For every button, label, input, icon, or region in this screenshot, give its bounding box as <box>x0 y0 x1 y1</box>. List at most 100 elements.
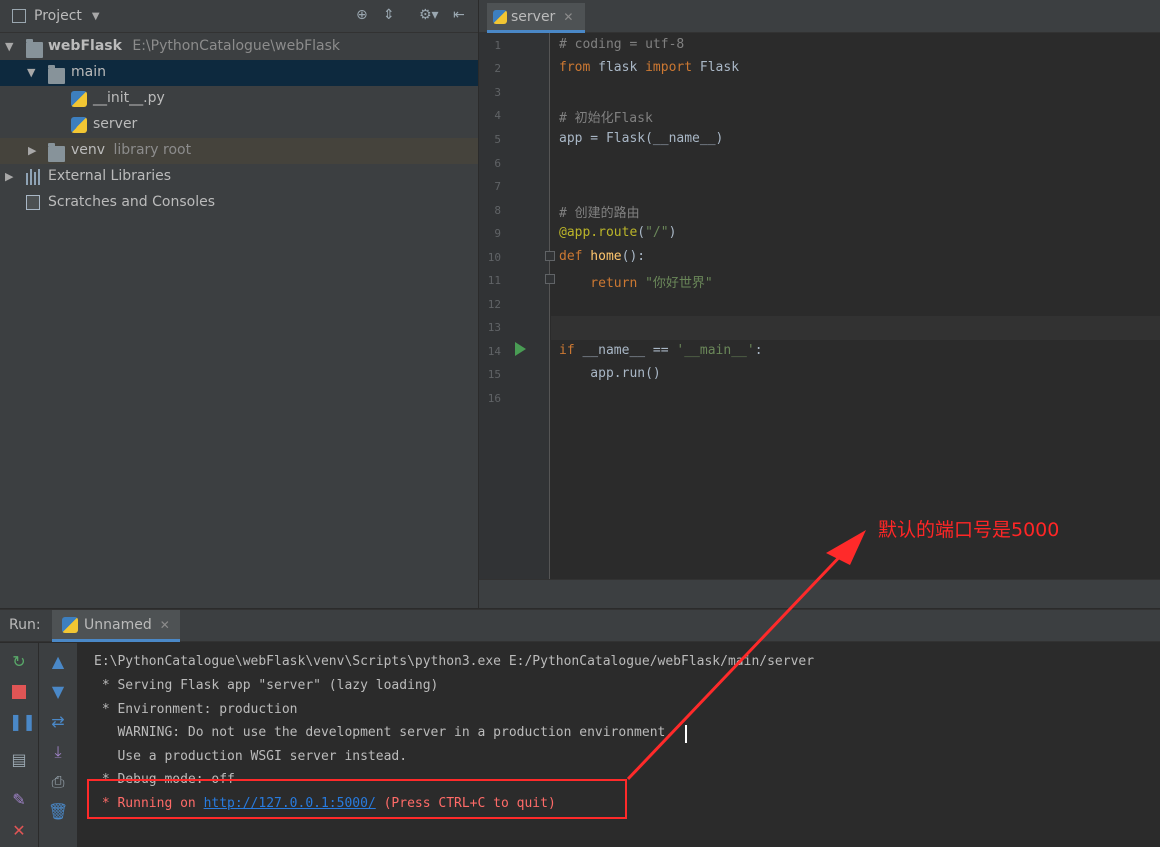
project-title[interactable]: Project <box>34 8 82 24</box>
tree-label-server: server <box>93 116 138 132</box>
tree-label-init: __init__.py <box>93 90 165 106</box>
annotation-label: 默认的端口号是5000 <box>878 519 1060 541</box>
scroll-up-icon[interactable]: ▲ <box>48 652 68 672</box>
tree-item-server[interactable]: server <box>0 112 478 138</box>
code-line-5: app = Flask(__name__) <box>559 131 724 146</box>
scroll-down-icon[interactable]: ▼ <box>48 682 68 702</box>
line-number-gutter: 1 2 3 4 5 6 7 8 9 10 11 12 13 14 15 16 <box>479 33 555 579</box>
gear-icon[interactable]: ⚙▾ <box>419 7 439 23</box>
trash-icon[interactable]: 🗑 <box>48 802 68 822</box>
code-line-15: app.run() <box>559 366 661 381</box>
run-gutter-icon[interactable] <box>515 342 526 356</box>
library-icon <box>26 169 42 185</box>
tree-item-external-libraries[interactable]: ▶ External Libraries <box>0 164 478 190</box>
run-tab-unnamed[interactable]: Unnamed ✕ <box>52 610 180 642</box>
console-line-wsgi: Use a production WSGI server instead. <box>94 749 408 764</box>
expand-arrow-icon[interactable]: ▼ <box>5 40 13 53</box>
line-number: 16 <box>487 392 501 405</box>
line-number: 1 <box>494 39 501 52</box>
run-label: Run: <box>9 617 41 633</box>
console-line-warning: WARNING: Do not use the development serv… <box>94 725 674 740</box>
python-file-icon <box>493 9 507 24</box>
tree-label-venv: venv <box>71 142 106 158</box>
project-view-icon[interactable] <box>12 9 26 23</box>
line-number: 4 <box>494 109 501 122</box>
tree-item-main[interactable]: ▼ main <box>0 60 478 86</box>
hide-panel-icon[interactable]: ⇤ <box>453 7 465 23</box>
library-root-hint: library root <box>113 142 192 158</box>
layout-icon[interactable]: ▤ <box>9 750 29 770</box>
code-line-4: # 初始化Flask <box>559 111 653 126</box>
python-icon <box>62 616 78 633</box>
package-folder-icon <box>48 65 65 84</box>
collapse-all-icon[interactable]: ⇕ <box>383 7 395 23</box>
print-icon[interactable]: ⎙ <box>48 772 68 792</box>
tree-item-webflask[interactable]: ▼ webFlask E:\PythonCatalogue\webFlask <box>0 34 478 60</box>
line-number: 3 <box>494 86 501 99</box>
line-number: 2 <box>494 62 501 75</box>
rerun-icon[interactable]: ↻ <box>9 652 29 672</box>
close-icon[interactable]: ✕ <box>9 821 29 841</box>
root-path: E:\PythonCatalogue\webFlask <box>132 38 341 54</box>
folder-icon <box>26 39 43 58</box>
fold-marker-icon[interactable] <box>545 274 555 284</box>
tree-item-init-py[interactable]: __init__.py <box>0 86 478 112</box>
tab-server[interactable]: server ✕ <box>487 3 585 33</box>
locate-icon[interactable]: ⊕ <box>356 7 368 23</box>
folder-icon <box>48 143 65 162</box>
root-name: webFlask <box>48 38 122 54</box>
scratches-icon <box>26 195 40 210</box>
console-line-environment: * Environment: production <box>94 702 298 717</box>
line-number: 10 <box>487 251 501 264</box>
run-header: Run: Unnamed ✕ <box>0 610 1160 642</box>
tree-label-main: main <box>71 64 106 80</box>
soft-wrap-icon[interactable]: ⇄ <box>48 712 68 732</box>
line-number: 13 <box>487 321 501 334</box>
line-number: 14 <box>487 345 501 358</box>
code-line-9: @app.route("/") <box>559 225 677 240</box>
collapse-arrow-icon[interactable]: ▶ <box>28 144 36 157</box>
stop-icon[interactable] <box>9 682 29 702</box>
tree-label-scratches: Scratches and Consoles <box>48 194 215 210</box>
run-toolbar-secondary: ▲ ▼ ⇄ ⤓ ⎙ 🗑 <box>39 643 77 847</box>
tree-item-scratches[interactable]: Scratches and Consoles <box>0 190 478 216</box>
annotation-highlight-box <box>87 779 627 819</box>
code-line-14: if __name__ == '__main__': <box>559 343 763 358</box>
fold-marker-icon[interactable] <box>545 251 555 261</box>
line-number: 11 <box>487 274 501 287</box>
pause-icon[interactable]: ❚❚ <box>9 712 36 732</box>
line-number: 9 <box>494 227 501 240</box>
scroll-to-end-icon[interactable]: ⤓ <box>48 742 68 762</box>
text-caret <box>685 725 687 743</box>
collapse-arrow-icon[interactable]: ▶ <box>5 170 13 183</box>
line-number: 7 <box>494 180 501 193</box>
console-line-serving: * Serving Flask app "server" (lazy loadi… <box>94 678 439 693</box>
tree-item-venv[interactable]: ▶ venv library root <box>0 138 478 164</box>
line-number: 15 <box>487 368 501 381</box>
close-icon[interactable]: ✕ <box>563 10 573 24</box>
editor-breadcrumb-bar <box>479 579 1160 608</box>
python-file-icon <box>71 91 87 107</box>
chevron-down-icon[interactable]: ▼ <box>92 11 100 22</box>
code-line-10: def home(): <box>559 249 646 264</box>
run-toolbar-primary: ↻ ❚❚ ▤ ✎ ✕ <box>0 643 38 847</box>
line-number: 6 <box>494 157 501 170</box>
close-icon[interactable]: ✕ <box>160 618 170 632</box>
line-number: 12 <box>487 298 501 311</box>
current-line-highlight <box>551 316 1160 340</box>
project-panel: Project ▼ ⊕ ⇕ ⚙▾ ⇤ ▼ webFlask E:\PythonC… <box>0 0 478 608</box>
code-line-11: return "你好世界" <box>559 276 713 291</box>
line-number: 5 <box>494 133 501 146</box>
project-header: Project ▼ ⊕ ⇕ ⚙▾ ⇤ <box>0 0 478 33</box>
code-line-1: # coding = utf-8 <box>559 37 685 52</box>
pin-icon[interactable]: ✎ <box>9 790 29 810</box>
editor-tab-bar: server ✕ <box>479 0 1160 33</box>
code-line-8: # 创建的路由 <box>559 206 640 221</box>
line-number: 8 <box>494 204 501 217</box>
run-tab-label: Unnamed <box>84 616 152 633</box>
console-line-command: E:\PythonCatalogue\webFlask\venv\Scripts… <box>94 654 815 669</box>
tab-label: server <box>511 8 556 25</box>
python-file-icon <box>71 117 87 133</box>
expand-arrow-icon[interactable]: ▼ <box>27 66 35 79</box>
code-line-2: from flask import Flask <box>559 60 740 75</box>
